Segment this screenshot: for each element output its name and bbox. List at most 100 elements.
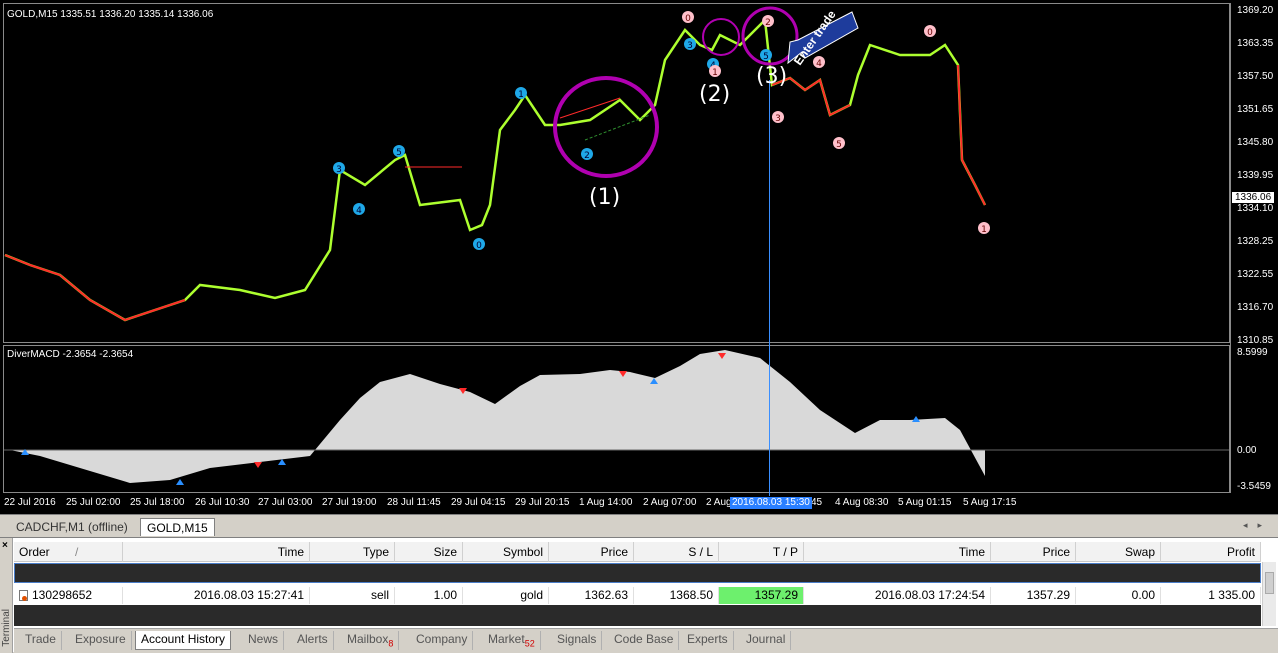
col-close-price[interactable]: Price — [991, 542, 1076, 562]
price-line — [4, 17, 987, 322]
indicator-tick: 8.5999 — [1237, 347, 1268, 358]
time-tick: 2 Aug — [706, 497, 732, 508]
tab-mailbox[interactable]: Mailbox8 — [342, 631, 400, 650]
time-tick: 5 Aug 17:15 — [963, 497, 1017, 508]
wave-marker-pink-label: 3 — [775, 114, 781, 124]
macd-down-arrow — [254, 462, 262, 468]
tab-journal[interactable]: Journal — [741, 631, 792, 650]
cell-price: 1362.63 — [549, 587, 634, 604]
tab-scroll-arrows[interactable]: ◂▸ — [1243, 520, 1272, 531]
wave-marker-blue-label: 3 — [687, 41, 693, 51]
cell-close-price: 1357.29 — [991, 587, 1076, 604]
col-type[interactable]: Type — [310, 542, 395, 562]
crosshair-time-label: 2016.08.03 15:30 — [730, 497, 812, 509]
close-icon[interactable]: × — [2, 540, 8, 551]
col-sl[interactable]: S / L — [634, 542, 719, 562]
divergence-line — [559, 97, 621, 119]
time-tick: 4 Aug 08:30 — [835, 497, 889, 508]
indicator-title: DiverMACD -2.3654 -2.3654 — [7, 349, 134, 360]
table-separator-row — [14, 563, 1261, 583]
tab-signals[interactable]: Signals — [552, 631, 603, 650]
price-tick: 1334.10 — [1237, 203, 1274, 214]
time-tick: 1 Aug 14:00 — [579, 497, 633, 508]
scrollbar-thumb[interactable] — [1265, 572, 1274, 594]
time-tick: 27 Jul 03:00 — [258, 497, 313, 508]
price-tick: 1316.70 — [1237, 302, 1274, 313]
cell-order: 130298652 — [14, 587, 123, 604]
tab-code-base[interactable]: Code Base — [609, 631, 680, 650]
terminal-label: Terminal — [1, 609, 12, 647]
wave-marker-blue-label: 0 — [476, 241, 482, 251]
wave-marker-pink-label: 2 — [765, 18, 771, 28]
time-tick: 25 Jul 18:00 — [130, 497, 185, 508]
price-tick: 1351.65 — [1237, 104, 1274, 115]
wave-marker-pink-label: 4 — [816, 59, 822, 69]
macd-area — [10, 350, 985, 483]
table-header: Order / Time Type Size Symbol Price S / … — [14, 542, 1261, 562]
vertical-scrollbar[interactable] — [1262, 562, 1276, 626]
cell-sl: 1368.50 — [634, 587, 719, 604]
indicator-tick: 0.00 — [1237, 445, 1257, 456]
wave-marker-pink-label: 0 — [685, 14, 691, 24]
wave-marker-blue-label: 4 — [356, 206, 362, 216]
macd-up-arrow — [176, 479, 184, 485]
cell-size: 1.00 — [395, 587, 463, 604]
chart-title: GOLD,M15 1335.51 1336.20 1335.14 1336.06 — [7, 9, 214, 20]
time-tick: 27 Jul 19:00 — [322, 497, 377, 508]
terminal-panel: × Terminal Order / Time Type Size Symbol… — [0, 537, 1278, 653]
cell-close-time: 2016.08.03 17:24:54 — [804, 587, 991, 604]
chart-tab-bar: CADCHF,M1 (offline) GOLD,M15 ◂▸ — [0, 514, 1278, 536]
col-tp[interactable]: T / P — [719, 542, 804, 562]
cell-type: sell — [310, 587, 395, 604]
price-tick: 1322.55 — [1237, 269, 1274, 280]
chart-window[interactable]: 24351034501243501Enter trade GOLD,M15 13… — [0, 0, 1278, 514]
order-document-icon — [19, 590, 28, 602]
price-tick: 1339.95 — [1237, 170, 1274, 181]
col-close-time[interactable]: Time — [804, 542, 991, 562]
tab-trade[interactable]: Trade — [20, 631, 62, 650]
wave-marker-blue-label: 5 — [763, 52, 769, 62]
time-tick: 29 Jul 20:15 — [515, 497, 570, 508]
tab-experts[interactable]: Experts — [682, 631, 734, 650]
annotation-1: (1) — [589, 185, 621, 210]
cell-symbol: gold — [463, 587, 549, 604]
col-swap[interactable]: Swap — [1076, 542, 1161, 562]
current-price-label: 1336.06 — [1232, 192, 1274, 203]
wave-marker-pink-label: 1 — [712, 68, 718, 78]
time-tick: 25 Jul 02:00 — [66, 497, 121, 508]
tab-market[interactable]: Market52 — [483, 631, 541, 650]
crosshair-line — [769, 80, 770, 496]
col-time[interactable]: Time — [123, 542, 310, 562]
macd-up-arrow — [912, 416, 920, 422]
tab-news[interactable]: News — [243, 631, 285, 650]
wave-marker-pink-label: 5 — [836, 140, 842, 150]
col-order[interactable]: Order / — [14, 542, 123, 562]
col-size[interactable]: Size — [395, 542, 463, 562]
col-price[interactable]: Price — [549, 542, 634, 562]
terminal-sidebar: × Terminal — [0, 538, 13, 653]
time-tick: 45 — [811, 497, 823, 508]
col-symbol[interactable]: Symbol — [463, 542, 549, 562]
table-row[interactable]: 130298652 2016.08.03 15:27:41 sell 1.00 … — [14, 587, 1261, 604]
price-tick: 1363.35 — [1237, 38, 1274, 49]
price-tick: 1369.20 — [1237, 5, 1274, 16]
market-badge: 52 — [524, 638, 535, 649]
chart-tab-gold[interactable]: GOLD,M15 — [140, 518, 215, 536]
mailbox-badge: 8 — [388, 638, 394, 649]
price-tick: 1310.85 — [1237, 335, 1274, 346]
tab-exposure[interactable]: Exposure — [70, 631, 132, 650]
col-profit[interactable]: Profit — [1161, 542, 1261, 562]
tab-account-history[interactable]: Account History — [135, 631, 232, 650]
table-summary-row — [14, 605, 1261, 626]
tab-company[interactable]: Company — [411, 631, 474, 650]
time-tick: 22 Jul 2016 — [4, 497, 56, 508]
tab-alerts[interactable]: Alerts — [292, 631, 334, 650]
cell-profit: 1 335.00 — [1161, 587, 1261, 604]
chart-canvas: 24351034501243501Enter trade — [4, 6, 1229, 485]
wave-marker-blue-label: 2 — [584, 151, 590, 161]
time-tick: 2 Aug 07:00 — [643, 497, 697, 508]
chart-tab-cadchf[interactable]: CADCHF,M1 (offline) — [10, 518, 134, 536]
macd-up-arrow — [278, 459, 286, 465]
annotation-3: (3) — [756, 64, 788, 89]
price-tick: 1328.25 — [1237, 236, 1274, 247]
